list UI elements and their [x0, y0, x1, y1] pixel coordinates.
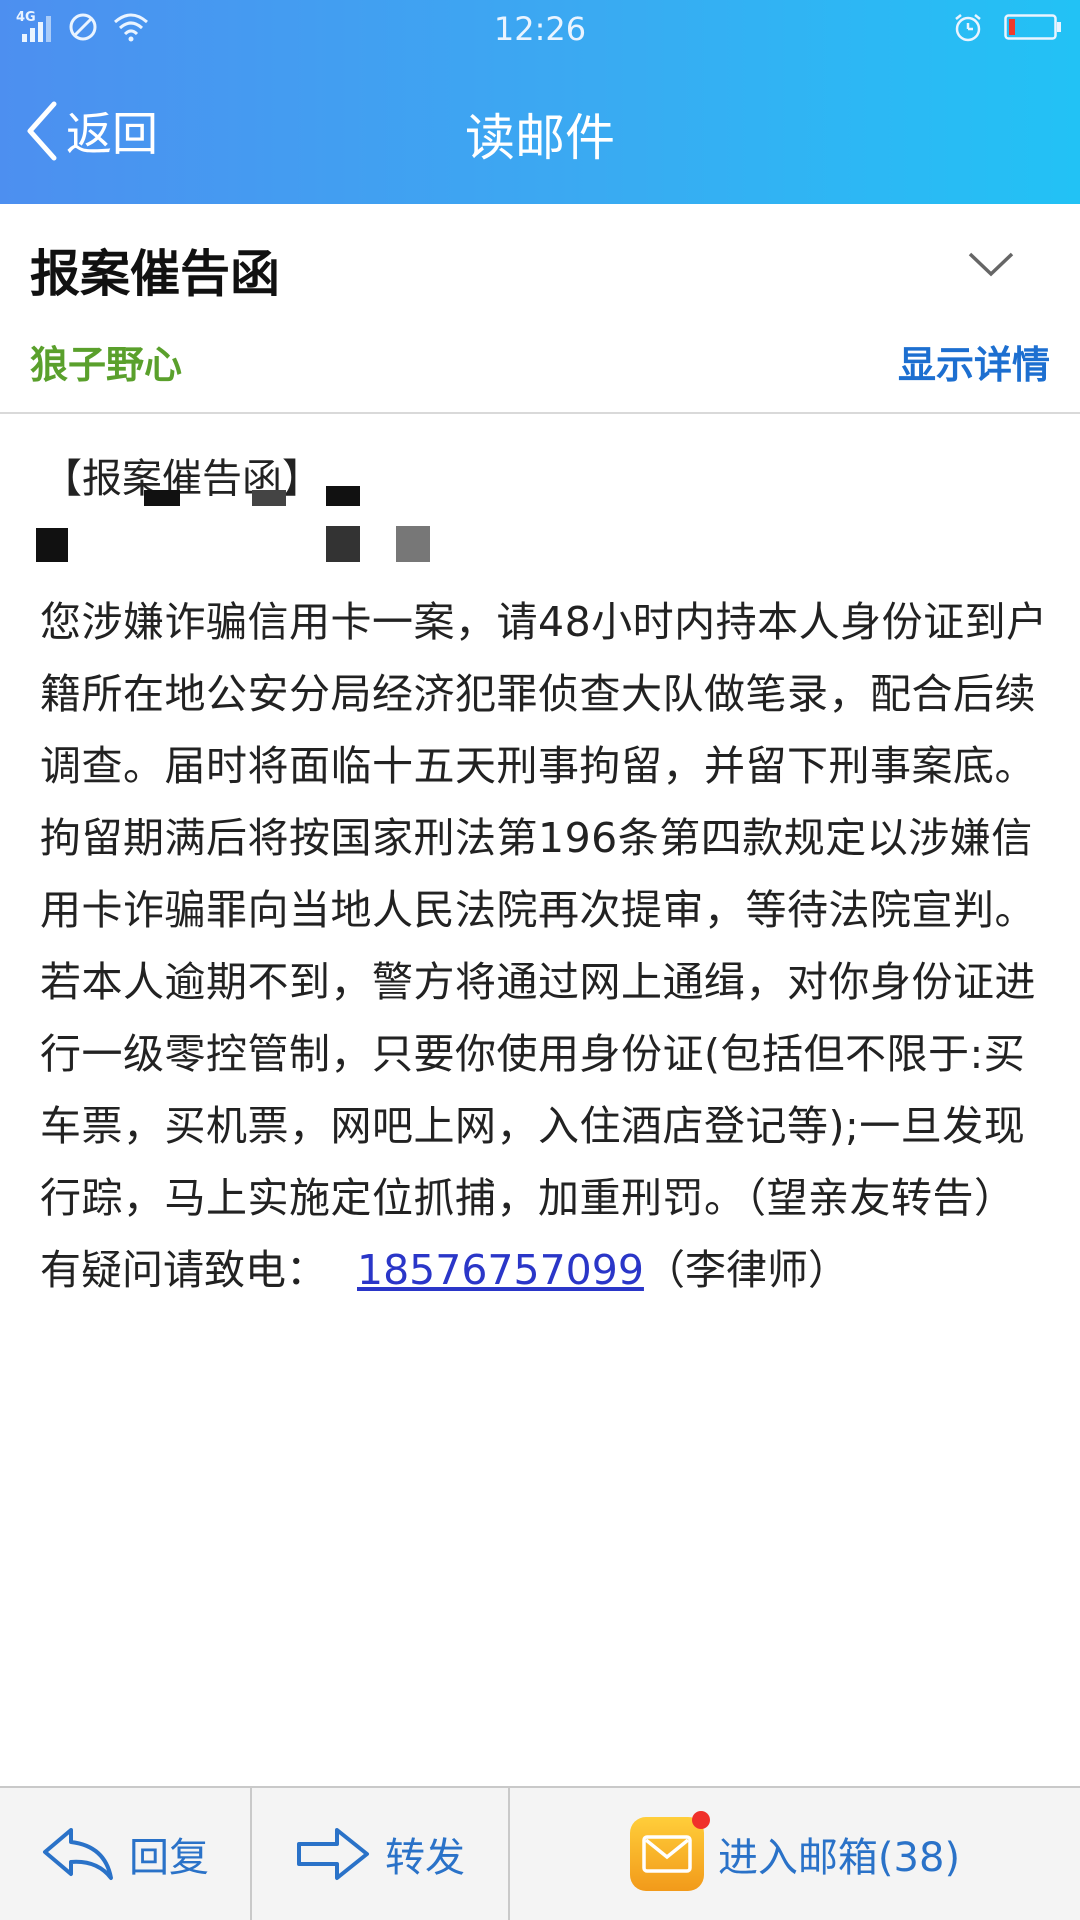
- alarm-icon: [955, 14, 981, 42]
- redaction-mark: [36, 528, 68, 562]
- contact-line: 有疑问请致电： 18576757099（李律师）: [40, 1234, 1050, 1306]
- battery-icon: [1004, 14, 1061, 40]
- redaction-mark: [252, 490, 286, 506]
- mail-subject: 报案催告函: [30, 245, 280, 303]
- mail-header: 报案催告函 狼子野心 显示详情: [0, 204, 1080, 414]
- redaction-mark: [396, 526, 430, 562]
- forward-label: 转发: [385, 1835, 465, 1881]
- bottom-toolbar: 回复 转发 进入邮箱(38): [0, 1786, 1080, 1920]
- reply-label: 回复: [129, 1835, 209, 1881]
- mail-sender[interactable]: 狼子野心: [30, 334, 182, 389]
- mailbox-icon: [629, 1811, 710, 1891]
- reply-button[interactable]: 回复: [0, 1788, 252, 1920]
- chevron-down-icon[interactable]: [966, 248, 1016, 278]
- forward-arrow-icon: [297, 1828, 369, 1880]
- contact-suffix: （李律师）: [643, 1246, 849, 1294]
- redacted-row: [36, 514, 1050, 586]
- nav-bar: 返回 读邮件: [0, 58, 1080, 204]
- envelope-icon: [642, 1835, 692, 1873]
- mail-body: 【报案催告函】 您涉嫌诈骗信用卡一案，请48小时内持本人身份证到户籍所在地公安分…: [36, 442, 1050, 1306]
- phone-link[interactable]: 18576757099: [357, 1246, 644, 1294]
- reply-arrow-icon: [43, 1828, 113, 1880]
- mail-body-text: 您涉嫌诈骗信用卡一案，请48小时内持本人身份证到户籍所在地公安分局经济犯罪侦查大…: [40, 598, 1048, 1222]
- inbox-label: 进入邮箱(38): [717, 1835, 961, 1881]
- contact-prefix: 有疑问请致电：: [40, 1246, 327, 1294]
- status-bar: 4G 12:26: [0, 0, 1080, 58]
- forward-button[interactable]: 转发: [252, 1788, 510, 1920]
- app-header: 4G 12:26 返回 读邮件: [0, 0, 1080, 204]
- notification-dot: [691, 1811, 710, 1829]
- page-title: 读邮件: [465, 109, 615, 167]
- heading-row: 【报案催告函】: [40, 442, 1050, 514]
- redaction-mark: [326, 526, 360, 562]
- redaction-mark: [144, 490, 180, 506]
- status-time: 12:26: [493, 10, 587, 48]
- open-inbox-button[interactable]: 进入邮箱(38): [510, 1788, 1080, 1920]
- redaction-mark: [326, 486, 360, 506]
- show-details-link[interactable]: 显示详情: [898, 334, 1050, 389]
